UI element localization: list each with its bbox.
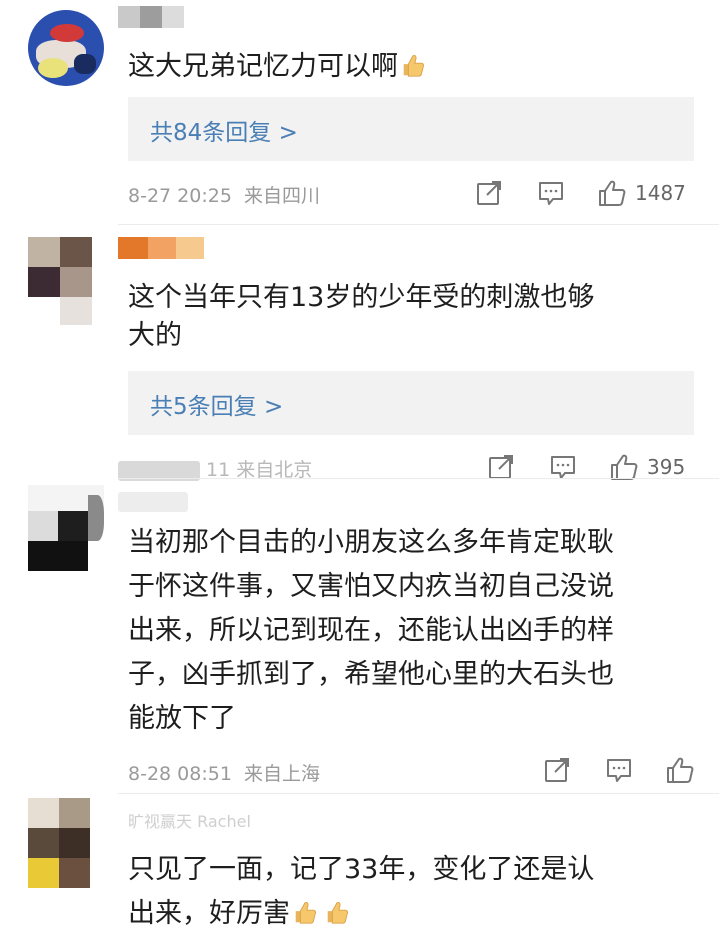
replies-count-label: 共5条回复 > [150,394,284,420]
share-icon[interactable] [543,755,571,785]
comment-line: 当初那个目击的小朋友这么多年肯定耿耿 [128,527,614,558]
comment-line: 出来，好厉害 [128,898,290,929]
username-redacted[interactable] [118,237,204,259]
comment-line: 能放下了 [128,703,236,734]
comment-icon[interactable] [605,755,633,785]
comment-text: 只见了一面，记了33年，变化了还是认 出来，好厉害 [128,848,688,936]
avatar[interactable] [28,237,92,325]
view-replies-link[interactable]: 共84条回复 > [128,97,694,161]
location: 来自上海 [243,763,320,785]
comment-text: 这个当年只有13岁的少年受的刺激也够 大的 [128,279,688,355]
share-icon[interactable] [475,178,503,208]
comment-line: 大的 [128,320,182,351]
username-redacted[interactable] [118,6,184,28]
comment-1: 这大兄弟记忆力可以啊 共84条回复 > 8-27 20:25 来自四川 1487 [0,0,719,225]
actions-row [543,755,695,785]
thumbs-up-icon [327,901,349,924]
view-replies-link[interactable]: 共5条回复 > [128,371,694,435]
comment-4: 旷视赢天 Rachel 只见了一面，记了33年，变化了还是认 出来，好厉害 [0,794,719,948]
username-partial[interactable]: 旷视赢天 Rachel [128,814,251,830]
comment-text: 当初那个目击的小朋友这么多年肯定耿耿 于怀这件事，又害怕又内疚当初自己没说 出来… [128,521,688,741]
like-icon[interactable] [665,755,695,785]
comment-3: 当初那个目击的小朋友这么多年肯定耿耿 于怀这件事，又害怕又内疚当初自己没说 出来… [0,479,719,792]
username-redacted[interactable] [118,491,188,513]
like-icon[interactable] [597,178,627,208]
timestamp: 8-28 08:51 [128,763,232,785]
thumbs-up-icon [403,54,425,77]
thumbs-up-icon [295,901,317,924]
comment-meta: 8-27 20:25 来自四川 [128,181,320,208]
comment-line: 这个当年只有13岁的少年受的刺激也够 [128,282,595,313]
like-count: 395 [647,455,686,479]
comment-line: 只见了一面，记了33年，变化了还是认 [128,854,595,885]
avatar[interactable] [28,798,90,888]
like-count: 1487 [635,181,686,205]
comment-text: 这大兄弟记忆力可以啊 [128,48,688,86]
timestamp: 8-27 20:25 [128,185,232,207]
comment-2: 这个当年只有13岁的少年受的刺激也够 大的 共5条回复 > 11 来自北京 39… [0,225,719,481]
comment-body: 这大兄弟记忆力可以啊 [128,51,398,82]
replies-count-label: 共84条回复 > [150,120,298,146]
nickname: 旷视赢天 Rachel [128,814,251,830]
comment-icon[interactable] [537,178,565,208]
comment-line: 子，凶手抓到了，希望他心里的大石头也 [128,659,614,690]
location: 来自四川 [243,185,320,207]
comment-line: 出来，所以记到现在，还能认出凶手的样 [128,615,614,646]
comment-meta: 8-28 08:51 来自上海 [128,759,320,786]
avatar[interactable] [28,10,104,86]
avatar[interactable] [28,485,104,571]
comment-line: 于怀这件事，又害怕又内疚当初自己没说 [128,571,614,602]
actions-row: 1487 [475,178,695,208]
comment-line-2: 出来，好厉害 [128,892,688,936]
